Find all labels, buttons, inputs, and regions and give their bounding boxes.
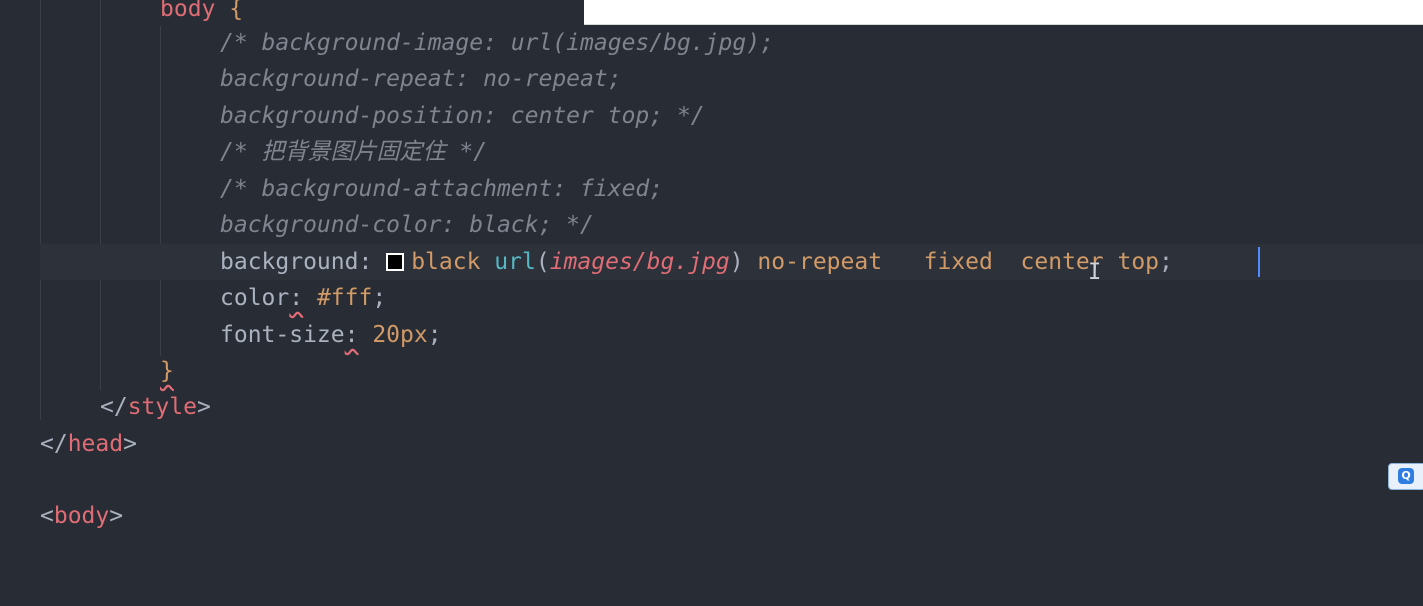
value-font-size: 20px <box>358 322 428 348</box>
lint-warning: : <box>289 285 304 311</box>
search-tray-icon[interactable]: Q <box>1388 463 1423 490</box>
tag-head: head <box>67 431 124 457</box>
code-line[interactable]: background-color: black; */ <box>0 207 1423 243</box>
active-code-line[interactable]: background: black url(images/bg.jpg) no-… <box>40 244 1423 280</box>
tag-style: style <box>127 394 197 420</box>
search-icon: Q <box>1398 468 1414 484</box>
comment-text: background-position: center top; */ <box>220 103 705 129</box>
value-position: center top <box>992 249 1160 275</box>
text-cursor <box>1258 247 1260 277</box>
ibeam-cursor-icon: I <box>1088 260 1102 285</box>
comment-text: /* background-attachment: fixed; <box>220 176 664 202</box>
selector-body: body <box>160 0 216 22</box>
comment-text: /* background-image: url(images/bg.jpg); <box>220 30 774 56</box>
code-line[interactable]: /* background-image: url(images/bg.jpg); <box>0 25 1423 61</box>
overlay-panel <box>584 0 1423 25</box>
property-background: background <box>220 249 359 275</box>
closing-brace: } <box>160 358 174 384</box>
comment-text: /* 把背景图片固定住 */ <box>220 139 488 165</box>
code-line[interactable]: </head> <box>0 426 1423 462</box>
tag-body: body <box>53 503 110 529</box>
code-editor[interactable]: body { /* background-image: url(images/b… <box>0 0 1423 529</box>
code-line[interactable]: </style> <box>0 389 1423 425</box>
code-line[interactable]: color: #fff; <box>0 280 1423 316</box>
code-line[interactable]: background-position: center top; */ <box>0 98 1423 134</box>
code-line[interactable]: font-size: 20px; <box>0 317 1423 353</box>
value-url-function: url <box>494 249 536 275</box>
value-repeat: no-repeat <box>743 249 883 275</box>
code-line[interactable]: <body> <box>0 498 1423 534</box>
property-font-size: font-size <box>220 322 345 348</box>
color-swatch-icon[interactable] <box>386 253 405 271</box>
value-hex-color: #fff <box>303 285 373 311</box>
comment-text: background-color: black; */ <box>220 212 594 238</box>
value-color: black <box>411 249 481 275</box>
code-line[interactable]: /* background-attachment: fixed; <box>0 171 1423 207</box>
value-attachment: fixed <box>882 249 993 275</box>
lint-warning: : <box>344 322 359 348</box>
value-image-path: images/bg.jpg <box>549 249 730 275</box>
comment-text: background-repeat: no-repeat; <box>220 66 622 92</box>
code-line[interactable]: } <box>0 353 1423 389</box>
code-line[interactable]: background-repeat: no-repeat; <box>0 61 1423 97</box>
code-line[interactable]: /* 把背景图片固定住 */ <box>0 134 1423 170</box>
property-color: color <box>220 285 290 311</box>
